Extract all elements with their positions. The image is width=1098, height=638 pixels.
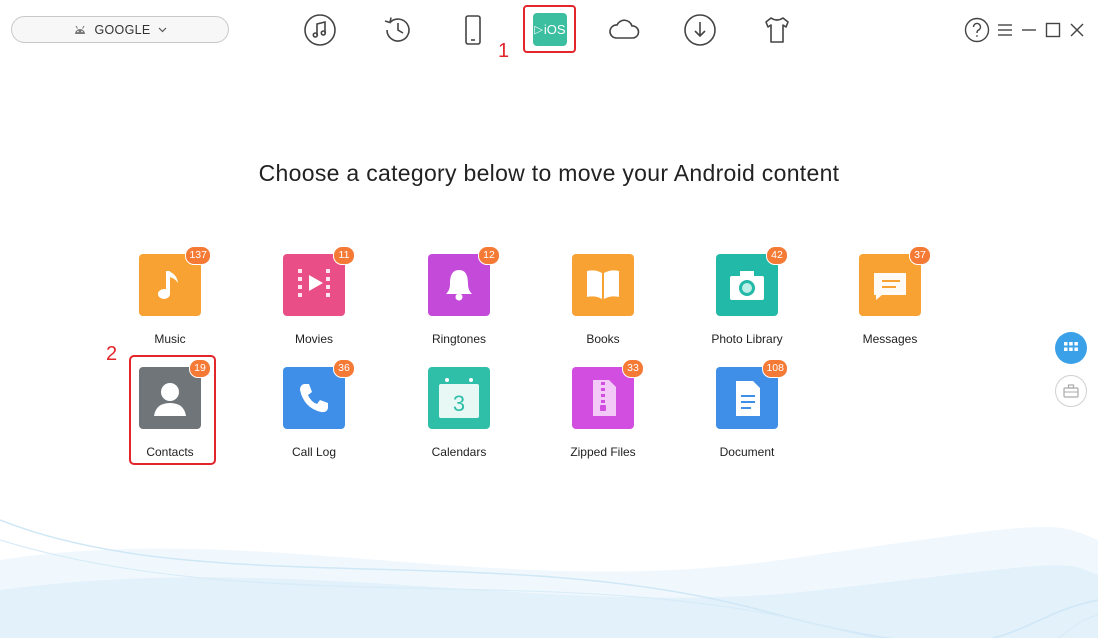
zip-file-icon xyxy=(593,380,616,416)
step-2-marker: 2 xyxy=(106,343,118,365)
category-call-log[interactable]: 36 Call Log xyxy=(259,359,369,459)
minimize-icon xyxy=(1022,29,1036,31)
books-tile xyxy=(572,254,634,316)
category-view-button[interactable] xyxy=(1055,332,1087,364)
call-log-tile: 36 xyxy=(283,359,355,429)
count-badge: 42 xyxy=(766,246,788,265)
ios-label: iOS xyxy=(543,22,566,37)
download-icon xyxy=(684,14,716,46)
maximize-icon xyxy=(1045,22,1061,38)
category-calendars[interactable]: 3 Calendars xyxy=(404,367,514,459)
minimize-button[interactable] xyxy=(1021,22,1037,38)
category-zipped-files[interactable]: 33 Zipped Files xyxy=(548,359,658,459)
svg-text:3: 3 xyxy=(453,391,465,416)
history-button[interactable] xyxy=(380,12,416,48)
category-label: Photo Library xyxy=(711,332,783,346)
category-label: Movies xyxy=(294,332,333,346)
music-tile: 137 xyxy=(139,246,211,316)
calendar-icon: 3 xyxy=(439,378,479,418)
toolkit-button[interactable] xyxy=(759,12,795,48)
category-label: Call Log xyxy=(291,445,337,459)
music-note-icon xyxy=(158,271,178,299)
device-name: GOOGLE xyxy=(94,22,151,37)
zipped-files-tile: 33 xyxy=(572,359,644,429)
count-badge: 36 xyxy=(333,359,355,378)
grid-icon xyxy=(1064,342,1078,351)
category-ringtones[interactable]: 12 Ringtones xyxy=(404,246,514,346)
count-badge: 19 xyxy=(189,359,211,378)
android-icon xyxy=(74,25,85,34)
icloud-button[interactable] xyxy=(606,12,642,48)
count-badge: 12 xyxy=(478,246,500,265)
category-label: Document xyxy=(719,445,775,459)
category-label: Calendars xyxy=(431,445,487,459)
arrow-right-icon: ▷ xyxy=(534,24,543,36)
category-photo-library[interactable]: 42 Photo Library xyxy=(692,246,802,346)
count-badge: 11 xyxy=(333,246,355,265)
category-document[interactable]: 108 Document xyxy=(692,359,802,459)
messages-tile: 37 xyxy=(859,246,931,316)
contacts-tile: 19 xyxy=(139,359,211,429)
help-icon xyxy=(964,17,990,43)
menu-button[interactable] xyxy=(997,22,1013,38)
category-label: Contacts xyxy=(146,445,194,459)
phone-icon xyxy=(465,15,481,45)
movies-tile: 11 xyxy=(283,246,355,316)
history-icon xyxy=(384,17,410,42)
category-label: Zipped Files xyxy=(570,445,636,459)
count-badge: 37 xyxy=(909,246,931,265)
android-to-ios-button[interactable]: ▷ iOS xyxy=(533,13,567,46)
person-icon xyxy=(154,383,186,416)
open-book-icon xyxy=(587,270,619,299)
help-button[interactable] xyxy=(964,17,990,43)
category-label: Music xyxy=(154,332,186,346)
category-books[interactable]: Books xyxy=(548,254,658,346)
device-selector[interactable]: GOOGLE xyxy=(11,16,229,43)
category-label: Messages xyxy=(862,332,918,346)
close-button[interactable] xyxy=(1069,22,1085,38)
phone-call-icon xyxy=(300,384,328,413)
step-1-marker: 1 xyxy=(498,40,510,62)
page-title: Choose a category below to move your And… xyxy=(258,160,840,186)
hamburger-menu-icon xyxy=(998,24,1012,36)
chevron-down-icon xyxy=(159,27,167,32)
calendars-tile: 3 xyxy=(428,367,490,429)
document-icon xyxy=(736,381,760,416)
category-label: Books xyxy=(586,332,620,346)
category-movies[interactable]: 11 Movies xyxy=(259,246,369,346)
category-contacts[interactable]: 19 Contacts xyxy=(115,359,225,459)
device-manager-button[interactable] xyxy=(455,12,491,48)
download-button[interactable] xyxy=(682,12,718,48)
message-icon xyxy=(874,273,906,300)
count-badge: 33 xyxy=(622,359,644,378)
category-messages[interactable]: 37 Messages xyxy=(835,246,945,346)
bell-icon xyxy=(446,270,472,301)
cloud-icon xyxy=(609,19,640,39)
close-icon xyxy=(1070,23,1084,37)
category-label: Ringtones xyxy=(431,332,487,346)
maximize-button[interactable] xyxy=(1045,22,1061,38)
ringtones-tile: 12 xyxy=(428,246,500,316)
photo-library-tile: 42 xyxy=(716,246,788,316)
count-badge: 108 xyxy=(762,359,788,378)
briefcase-icon xyxy=(1063,384,1079,398)
tshirt-icon xyxy=(765,17,789,43)
music-manager-button[interactable] xyxy=(302,12,338,48)
count-badge: 137 xyxy=(185,246,211,265)
camera-icon xyxy=(730,271,764,300)
film-play-icon xyxy=(298,269,330,297)
document-tile: 108 xyxy=(716,359,788,429)
music-note-icon xyxy=(304,14,336,46)
toolbox-view-button[interactable] xyxy=(1055,375,1087,407)
category-music[interactable]: 137 Music xyxy=(115,246,225,346)
